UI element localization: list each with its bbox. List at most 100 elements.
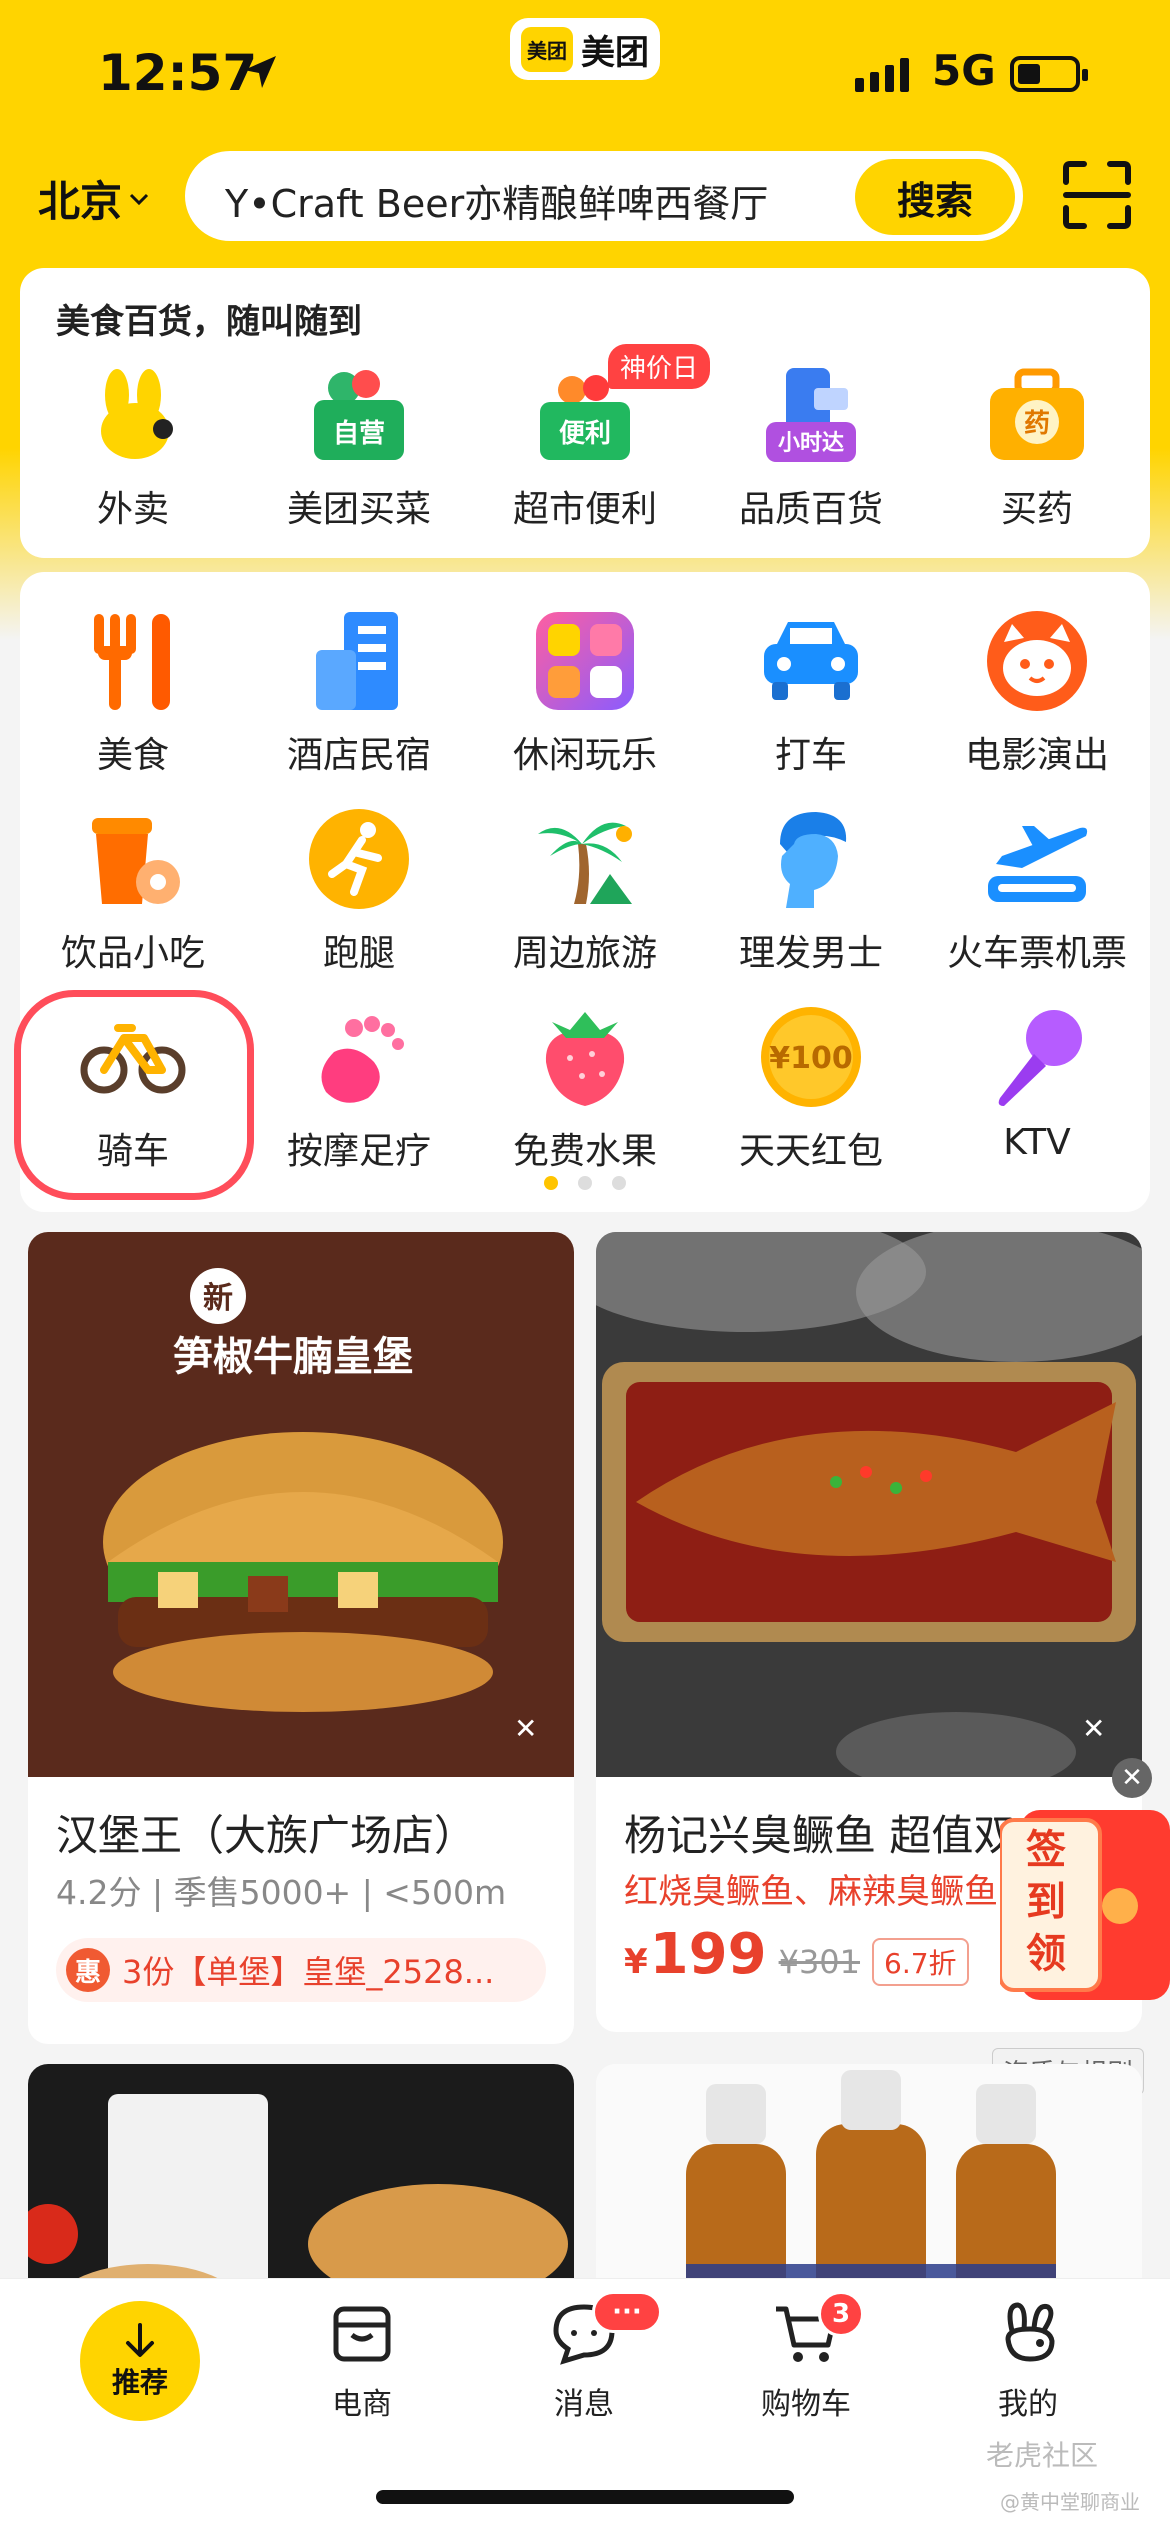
search-input[interactable]: Y•Craft Beer亦精酿鲜啤西餐厅 [225, 173, 768, 228]
checkin-float-button[interactable]: 签到领 [998, 1810, 1170, 2000]
network-type: 5G [932, 46, 996, 95]
car-icon [756, 606, 866, 716]
page-dot [578, 1176, 592, 1190]
service-label: 免费水果 [512, 1131, 657, 1172]
service-paotui[interactable]: 跑腿 [246, 804, 472, 976]
burger-image: 新 笋椒牛腩皇堡 [28, 1232, 574, 1777]
coupon-text: 3份【单堡】皇堡_2528... [122, 1953, 495, 1991]
search-button[interactable]: 搜索 [855, 159, 1015, 235]
plane-icon [982, 804, 1092, 914]
quick-item-maicai[interactable]: 自营 美团买菜 [246, 360, 472, 532]
city-selector[interactable]: 北京 [38, 168, 150, 229]
service-huoche[interactable]: 火车票机票 [924, 804, 1150, 976]
currency-symbol: ¥ [624, 1942, 648, 1982]
quick-item-label: 买药 [1000, 489, 1073, 530]
dismiss-icon[interactable]: ✕ [514, 1712, 537, 1745]
image-title: 笋椒牛腩皇堡 [173, 1334, 413, 1380]
battery-icon [1010, 56, 1088, 92]
quick-item-baihuo[interactable]: 小时达 品质百货 [698, 360, 924, 532]
strawberry-icon [530, 1002, 640, 1112]
service-anmo[interactable]: 按摩足疗 [246, 1002, 472, 1174]
arrow-down-icon [126, 2323, 154, 2357]
tab-cart[interactable]: 购物车 3 [706, 2291, 906, 2423]
status-bar: 12:57 美团 美团 5G [0, 0, 1170, 150]
service-ktv[interactable]: KTV [924, 1002, 1150, 1174]
tab-label: 我的 [998, 2387, 1058, 2422]
service-meishi[interactable]: 美食 [20, 606, 246, 778]
dish-tags: 红烧臭鳜鱼、麻辣臭鳜鱼 [624, 1872, 998, 1912]
tab-ecommerce[interactable]: 电商 [262, 2301, 462, 2423]
quick-item-label: 品质百货 [738, 489, 883, 530]
service-label: 跑腿 [322, 933, 395, 974]
service-label: 天天红包 [738, 1131, 883, 1172]
tab-recommend[interactable]: 推荐 [80, 2301, 200, 2421]
badge-text: 小时达 [778, 431, 844, 456]
rabbit-icon [78, 360, 188, 470]
service-xiuxian[interactable]: 休闲玩乐 [472, 606, 698, 778]
quick-item-chaoshi[interactable]: 便利 超市便利 [472, 360, 698, 532]
service-dianying[interactable]: 电影演出 [924, 606, 1150, 778]
page-dot [612, 1176, 626, 1190]
coin-icon: ¥100 [756, 1002, 866, 1112]
fish-dish-image [596, 1232, 1142, 1777]
coin-text: ¥100 [769, 1041, 853, 1076]
market-basket-icon: 便利 [530, 360, 640, 470]
scan-icon[interactable] [1062, 160, 1132, 230]
shop-meta: 4.2分 | 季售5000+ | <500m [56, 1873, 507, 1912]
service-lifa[interactable]: 理发男士 [698, 804, 924, 976]
close-icon[interactable]: ✕ [1112, 1758, 1152, 1798]
tab-label: 推荐 [111, 2366, 168, 2399]
service-yinpin[interactable]: 饮品小吃 [20, 804, 246, 976]
shop-name: 汉堡王（大族广场店） [56, 1811, 477, 1860]
location-arrow-icon [244, 56, 276, 88]
highlight-annotation-circle [14, 990, 254, 1200]
service-label: 理发男士 [738, 933, 883, 974]
service-zhoubian[interactable]: 周边旅游 [472, 804, 698, 976]
quick-item-waimai[interactable]: 外卖 [20, 360, 246, 532]
search-bar[interactable]: Y•Craft Beer亦精酿鲜啤西餐厅 搜索 [180, 146, 1028, 246]
original-price: ¥301 [778, 1943, 861, 1981]
service-shuiguo[interactable]: 免费水果 [472, 1002, 698, 1174]
badge-text: 药 [1024, 409, 1050, 439]
shopping-box-icon [333, 2306, 391, 2362]
cart-badge: 3 [818, 2291, 864, 2337]
app-badge: 美团 美团 [510, 18, 660, 80]
service-label: 休闲玩乐 [512, 735, 657, 776]
leisure-grid-icon [530, 606, 640, 716]
service-label: KTV [1003, 1122, 1071, 1163]
service-label: 美食 [96, 735, 169, 776]
quick-item-label: 外卖 [96, 489, 169, 530]
phone-bag-icon: 小时达 [756, 360, 866, 470]
service-hongbao[interactable]: ¥100 天天红包 [698, 1002, 924, 1174]
grocery-basket-icon: 自营 [304, 360, 414, 470]
page-dot [544, 1176, 558, 1190]
price-value: 199 [649, 1922, 767, 1987]
quick-row: 外卖 自营 美团买菜 便利 超市便利 小时达 品质百货 药 买药 [20, 360, 1150, 532]
dismiss-icon[interactable]: ✕ [1082, 1712, 1105, 1745]
tab-mine[interactable]: 我的 [928, 2301, 1128, 2423]
price-row: ¥199 ¥301 6.7折 [624, 1922, 969, 1987]
tab-messages[interactable]: 消息 ··· [484, 2291, 684, 2423]
service-label: 按摩足疗 [286, 1131, 431, 1172]
tab-label: 电商 [332, 2387, 392, 2422]
service-jiudian[interactable]: 酒店民宿 [246, 606, 472, 778]
service-dache[interactable]: 打车 [698, 606, 924, 778]
cat-face-icon [982, 606, 1092, 716]
quick-delivery-card: 美食百货，随叫随到 神价日 外卖 自营 美团买菜 便利 超市便利 小时达 品质百… [20, 268, 1150, 558]
quick-item-label: 美团买菜 [286, 489, 431, 530]
coupon-badge: 惠 [66, 1948, 110, 1992]
watermark-author: @黄中堂聊商业 [1000, 2490, 1140, 2514]
microphone-icon [982, 1002, 1092, 1112]
watermark-community: 老虎社区 [986, 2439, 1099, 2472]
tab-label: 购物车 [761, 2387, 851, 2422]
new-badge: 新 [203, 1281, 233, 1316]
app-name: 美团 [581, 32, 649, 73]
services-row: 饮品小吃 跑腿 周边旅游 理发男士 火车票机票 [20, 804, 1150, 976]
service-label: 周边旅游 [512, 933, 657, 974]
feed-card-burger[interactable]: 新 笋椒牛腩皇堡 ✕ 汉堡王（大族广场店） 4.2分 | 季售5000+ | <… [28, 1232, 574, 2044]
discount-badge: 6.7折 [872, 1938, 969, 1986]
fork-knife-icon [78, 606, 188, 716]
signal-icon [855, 58, 909, 92]
service-label: 饮品小吃 [60, 933, 205, 974]
quick-item-maiyao[interactable]: 药 买药 [924, 360, 1150, 532]
